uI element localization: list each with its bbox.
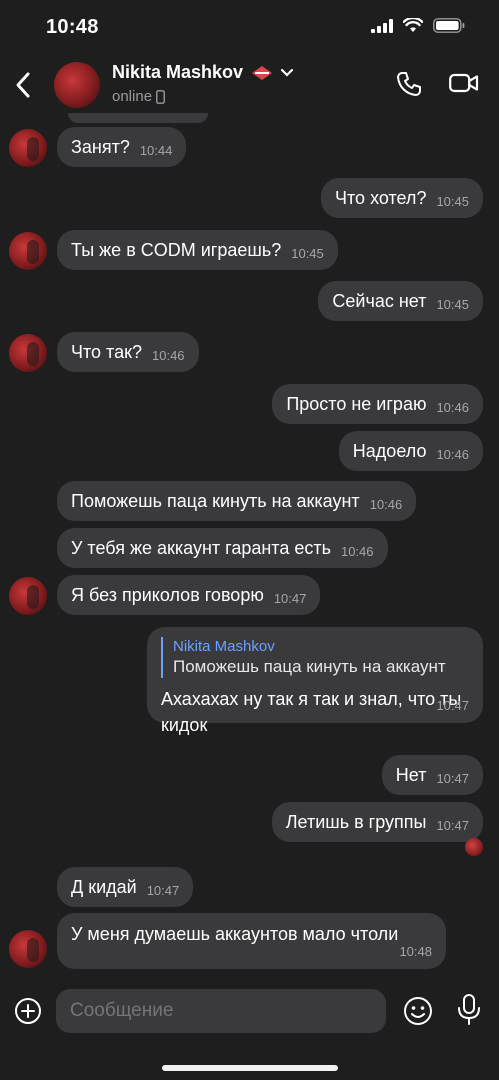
phone-call-icon[interactable] bbox=[395, 70, 423, 98]
spartak-badge-icon bbox=[252, 65, 273, 80]
message-text: Ахахахах ну так я так и знал, что ты кид… bbox=[161, 689, 462, 735]
message-text: Занят? bbox=[71, 137, 130, 157]
contact-avatar[interactable] bbox=[54, 62, 100, 108]
contact-status: online bbox=[112, 88, 153, 105]
message-text: Поможешь паца кинуть на аккаунт bbox=[71, 491, 360, 511]
message-time: 10:44 bbox=[139, 143, 173, 158]
message-text: Что так? bbox=[71, 342, 142, 362]
message-bubble[interactable]: Д кидай 10:47 bbox=[57, 867, 194, 907]
message-time: 10:47 bbox=[273, 591, 307, 606]
message-time: 10:45 bbox=[436, 297, 469, 312]
message-time: 10:47 bbox=[436, 771, 469, 786]
message-bubble[interactable]: У тебя же аккаунт гаранта есть 10:46 bbox=[57, 528, 388, 568]
message-time: 10:45 bbox=[291, 246, 324, 261]
message-text: Ты же в CODM играешь? bbox=[71, 240, 282, 260]
message-text: Просто не играю bbox=[286, 394, 427, 414]
message-bubble[interactable]: Я без приколов говорю 10:47 bbox=[57, 575, 321, 615]
wifi-icon bbox=[403, 18, 423, 32]
message-time: 10:45 bbox=[436, 194, 469, 209]
status-bar: 10:48 bbox=[0, 0, 499, 56]
message-time: 10:46 bbox=[436, 447, 469, 462]
quote-author: Nikita Mashkov bbox=[173, 638, 275, 655]
microphone-icon[interactable] bbox=[456, 993, 482, 1027]
message-time: 10:46 bbox=[369, 497, 403, 512]
message-time: 10:48 bbox=[399, 944, 432, 959]
message-text: У меня думаешь аккаунтов мало чтоли bbox=[71, 924, 399, 944]
status-time: 10:48 bbox=[46, 16, 99, 38]
home-indicator bbox=[162, 1065, 338, 1071]
chevron-down-icon[interactable] bbox=[281, 68, 294, 77]
message-bubble[interactable]: Поможешь паца кинуть на аккаунт 10:46 bbox=[57, 481, 417, 521]
message-text: Надоело bbox=[352, 441, 427, 461]
message-composer bbox=[0, 985, 499, 1037]
message-bubble[interactable]: Просто не играю 10:46 bbox=[272, 384, 483, 424]
sender-avatar[interactable] bbox=[9, 577, 47, 615]
message-bubble[interactable]: Летишь в группы 10:47 bbox=[271, 802, 483, 842]
message-bubble[interactable]: Что так? 10:46 bbox=[57, 332, 199, 372]
read-receipt-avatar bbox=[465, 838, 483, 856]
sender-avatar[interactable] bbox=[9, 232, 47, 270]
message-text: Сейчас нет bbox=[332, 291, 427, 311]
message-time: 10:47 bbox=[436, 818, 469, 833]
quote-text: Поможешь паца кинуть на аккаунт bbox=[173, 657, 446, 676]
contact-name: Nikita Mashkov bbox=[112, 62, 244, 82]
message-time: 10:47 bbox=[146, 883, 180, 898]
emoji-icon[interactable] bbox=[402, 995, 434, 1027]
reply-message-bubble[interactable]: Nikita Mashkov Поможешь паца кинуть на а… bbox=[147, 627, 483, 735]
sender-avatar[interactable] bbox=[9, 334, 47, 372]
chat-header: Nikita Mashkov online bbox=[0, 56, 499, 116]
contact-name-row[interactable]: Nikita Mashkov bbox=[112, 62, 294, 83]
sender-avatar[interactable] bbox=[9, 129, 47, 167]
message-bubble[interactable]: Нет 10:47 bbox=[381, 755, 483, 795]
message-text: Нет bbox=[395, 765, 427, 785]
message-text: У тебя же аккаунт гаранта есть bbox=[71, 538, 331, 558]
message-text: Летишь в группы bbox=[285, 812, 427, 832]
message-input[interactable] bbox=[56, 989, 386, 1033]
message-bubble[interactable]: Надоело 10:46 bbox=[338, 431, 483, 471]
signal-icon bbox=[371, 18, 393, 33]
video-call-icon[interactable] bbox=[449, 72, 479, 94]
message-text: Д кидай bbox=[71, 877, 137, 897]
message-bubble[interactable]: Что хотел? 10:45 bbox=[321, 178, 483, 218]
status-icons bbox=[371, 18, 465, 33]
message-text: Я без приколов говорю bbox=[71, 585, 264, 605]
battery-icon bbox=[433, 18, 465, 33]
contact-status-row: online bbox=[112, 88, 165, 105]
message-time: 10:46 bbox=[436, 400, 469, 415]
sender-avatar[interactable] bbox=[9, 930, 47, 968]
message-time: 10:46 bbox=[152, 348, 185, 363]
back-chevron-icon[interactable] bbox=[12, 68, 36, 102]
attach-plus-icon[interactable] bbox=[14, 997, 42, 1025]
phone-device-icon bbox=[156, 89, 165, 104]
message-bubble[interactable]: У меня думаешь аккаунтов мало чтоли 10:4… bbox=[57, 913, 446, 969]
message-time: 10:47 bbox=[436, 698, 469, 713]
message-text: Что хотел? bbox=[335, 188, 427, 208]
quoted-message[interactable]: Nikita Mashkov Поможешь паца кинуть на а… bbox=[161, 637, 469, 678]
message-bubble[interactable]: Сейчас нет 10:45 bbox=[318, 281, 483, 321]
message-bubble[interactable]: Занят? 10:44 bbox=[57, 127, 187, 167]
message-time: 10:46 bbox=[340, 544, 374, 559]
previous-message-fragment bbox=[68, 113, 208, 123]
message-bubble[interactable]: Ты же в CODM играешь? 10:45 bbox=[57, 230, 338, 270]
